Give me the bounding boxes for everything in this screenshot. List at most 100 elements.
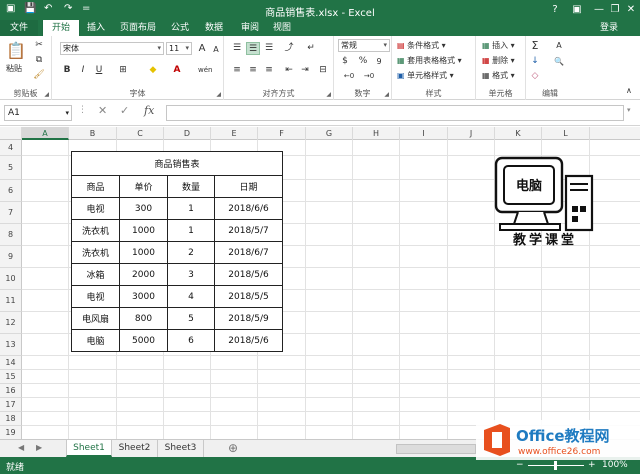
sheet-prev-icon[interactable]: ◀: [18, 443, 24, 452]
table-cell[interactable]: 2018/6/7: [214, 241, 283, 264]
format-cells-button[interactable]: ▦ 格式 ▾: [482, 70, 515, 81]
table-cell[interactable]: 洗衣机: [71, 241, 120, 264]
table-cell[interactable]: 冰箱: [71, 263, 120, 286]
table-cell[interactable]: 电风扇: [71, 307, 120, 330]
row-header-19[interactable]: 19: [0, 426, 22, 439]
horizontal-scrollbar[interactable]: [396, 444, 476, 454]
orientation-icon[interactable]: ⤴: [282, 42, 296, 55]
delete-cells-button[interactable]: ▦ 删除 ▾: [482, 55, 515, 66]
zoom-slider-thumb[interactable]: [554, 461, 557, 470]
formula-input[interactable]: [166, 105, 624, 121]
table-cell[interactable]: 5: [167, 307, 215, 330]
sheet-next-icon[interactable]: ▶: [36, 443, 42, 452]
row-header-18[interactable]: 18: [0, 412, 22, 426]
tab-view[interactable]: 视图: [268, 20, 296, 36]
enter-icon[interactable]: ✓: [120, 104, 129, 117]
table-cell[interactable]: 4: [167, 285, 215, 308]
column-header-f[interactable]: F: [258, 127, 306, 140]
tab-home[interactable]: 开始: [42, 20, 80, 36]
tab-page-layout[interactable]: 页面布局: [114, 20, 162, 36]
table-cell[interactable]: 1000: [119, 241, 168, 264]
insert-function-icon[interactable]: fx: [144, 104, 154, 117]
table-cell[interactable]: 3000: [119, 285, 168, 308]
close-button[interactable]: ✕: [620, 2, 640, 18]
table-cell[interactable]: 电视: [71, 285, 120, 308]
increase-decimal-icon[interactable]: ←0: [342, 70, 356, 83]
row-header-9[interactable]: 9: [0, 246, 22, 268]
zoom-in-icon[interactable]: +: [588, 460, 596, 470]
zoom-out-icon[interactable]: −: [516, 460, 524, 470]
table-cell[interactable]: 电视: [71, 197, 120, 220]
indent-decrease-icon[interactable]: ⇤: [282, 64, 296, 77]
row-header-4[interactable]: 4: [0, 140, 22, 156]
add-sheet-icon[interactable]: ⊕: [228, 441, 238, 455]
align-left-icon[interactable]: ≡: [230, 64, 244, 77]
tab-insert[interactable]: 插入: [82, 20, 110, 36]
column-header-g[interactable]: G: [306, 127, 353, 140]
sales-table-header-cell[interactable]: 单价: [119, 175, 168, 198]
align-center-icon[interactable]: ≡: [246, 64, 260, 77]
insert-cells-button[interactable]: ▦ 插入 ▾: [482, 40, 515, 51]
font-launcher-icon[interactable]: ◢: [216, 91, 221, 98]
conditional-format-button[interactable]: ▤ 条件格式 ▾: [397, 40, 446, 51]
bold-button[interactable]: B: [60, 64, 74, 77]
wrap-text-icon[interactable]: ↵: [304, 42, 318, 55]
find-select-icon[interactable]: 🔍: [552, 55, 566, 68]
row-header-14[interactable]: 14: [0, 356, 22, 370]
table-cell[interactable]: 2018/5/6: [214, 263, 283, 286]
column-header-j[interactable]: J: [448, 127, 495, 140]
row-header-10[interactable]: 10: [0, 268, 22, 290]
align-middle-icon[interactable]: ☰: [246, 42, 260, 55]
column-header-e[interactable]: E: [211, 127, 258, 140]
tab-review[interactable]: 审阅: [236, 20, 264, 36]
column-header-a[interactable]: A: [22, 127, 69, 140]
worksheet-grid[interactable]: ABCDEFGHIJKL 456789101112131415161718192…: [0, 127, 640, 439]
percent-icon[interactable]: %: [356, 55, 370, 68]
row-header-17[interactable]: 17: [0, 398, 22, 412]
tab-file[interactable]: 文件: [0, 20, 38, 36]
merge-center-icon[interactable]: ⊟: [316, 64, 330, 77]
expand-formula-icon[interactable]: ▾: [627, 106, 631, 114]
underline-button[interactable]: U: [92, 64, 106, 77]
table-cell[interactable]: 2018/5/9: [214, 307, 283, 330]
table-cell[interactable]: 3: [167, 263, 215, 286]
table-cell[interactable]: 1000: [119, 219, 168, 242]
cancel-icon[interactable]: ✕: [98, 104, 107, 117]
table-cell[interactable]: 2018/5/7: [214, 219, 283, 242]
table-cell[interactable]: 1: [167, 219, 215, 242]
column-header-h[interactable]: H: [353, 127, 400, 140]
sheet-tab-sheet2[interactable]: Sheet2: [112, 440, 158, 457]
row-header-16[interactable]: 16: [0, 384, 22, 398]
ribbon-display-button[interactable]: ▣: [566, 2, 588, 18]
sheet-tab-sheet3[interactable]: Sheet3: [158, 440, 204, 457]
indent-increase-icon[interactable]: ⇥: [298, 64, 312, 77]
sales-table-header-cell[interactable]: 数量: [167, 175, 215, 198]
align-right-icon[interactable]: ≡: [262, 64, 276, 77]
sales-table-header-cell[interactable]: 商品: [71, 175, 120, 198]
row-header-7[interactable]: 7: [0, 202, 22, 224]
fill-down-icon[interactable]: ↓: [528, 55, 542, 68]
row-header-6[interactable]: 6: [0, 180, 22, 202]
row-header-8[interactable]: 8: [0, 224, 22, 246]
row-header-15[interactable]: 15: [0, 370, 22, 384]
table-cell[interactable]: 电脑: [71, 329, 120, 352]
sales-table-header-cell[interactable]: 日期: [214, 175, 283, 198]
copy-icon[interactable]: ⧉: [32, 54, 46, 67]
autosum-icon[interactable]: Σ: [528, 39, 542, 52]
tab-data[interactable]: 数据: [200, 20, 228, 36]
font-name-combo[interactable]: 宋体 ▾: [60, 42, 164, 55]
alignment-launcher-icon[interactable]: ◢: [326, 91, 331, 98]
table-cell[interactable]: 5000: [119, 329, 168, 352]
font-size-combo[interactable]: 11 ▾: [166, 42, 192, 55]
login-link[interactable]: 登录: [600, 20, 618, 36]
border-icon[interactable]: ⊞: [116, 64, 130, 77]
italic-button[interactable]: I: [76, 64, 90, 77]
row-header-13[interactable]: 13: [0, 334, 22, 356]
table-cell[interactable]: 1: [167, 197, 215, 220]
table-cell[interactable]: 2000: [119, 263, 168, 286]
collapse-ribbon-icon[interactable]: ∧: [626, 86, 632, 95]
font-color-icon[interactable]: A: [170, 64, 184, 77]
tab-formulas[interactable]: 公式: [166, 20, 194, 36]
select-all-corner[interactable]: [0, 127, 22, 140]
cell-styles-button[interactable]: ▣ 单元格样式 ▾: [397, 70, 454, 81]
